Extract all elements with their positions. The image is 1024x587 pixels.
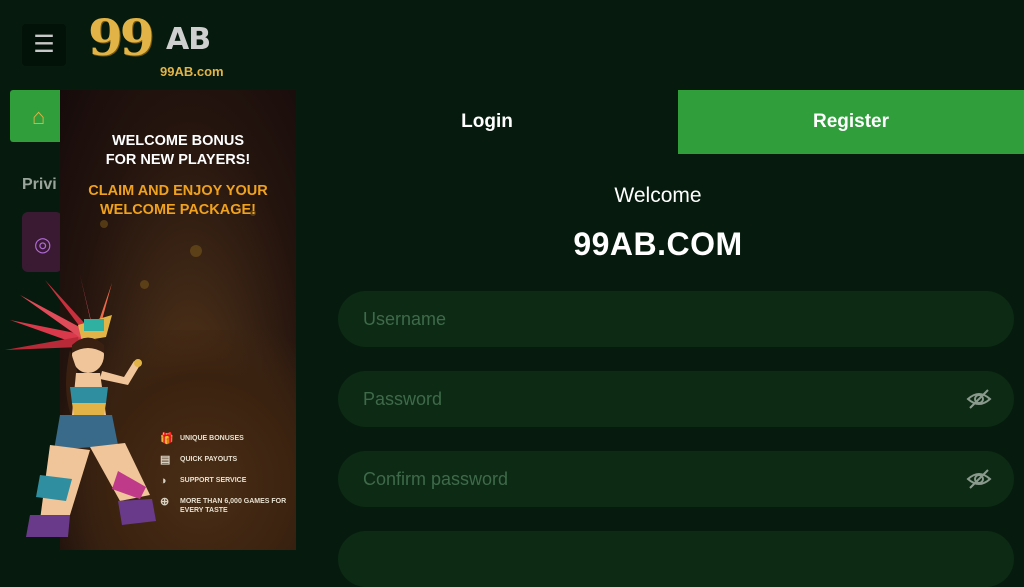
hamburger-icon: ☰ <box>33 31 55 58</box>
tab-register[interactable]: Register <box>678 90 1024 154</box>
feature-label: MORE THAN 6,000 GAMES FOR EVERY TASTE <box>180 498 287 514</box>
promo-features: 🎁 UNIQUE BONUSES ▤ QUICK PAYOUTS ◑ SUPPO… <box>160 434 296 527</box>
feature-item: ▤ QUICK PAYOUTS <box>160 455 296 466</box>
logo-mark: 99 <box>88 8 155 67</box>
eye-off-icon[interactable] <box>966 466 992 492</box>
tab-login[interactable]: Login <box>296 90 678 154</box>
username-input[interactable] <box>338 291 1014 347</box>
site-logo[interactable]: 99 AB 99AB.com <box>88 8 238 82</box>
logo-domain: 99AB.com <box>160 64 224 79</box>
username-field[interactable] <box>338 291 1014 347</box>
feature-item: 🎁 UNIQUE BONUSES <box>160 434 296 445</box>
logo-ab: AB <box>166 22 211 57</box>
site-name: 99AB.COM <box>573 226 743 262</box>
welcome-text: Welcome <box>614 184 702 207</box>
character-illustration <box>5 275 156 537</box>
password-input[interactable] <box>338 371 1014 427</box>
feature-label: SUPPORT SERVICE <box>180 477 247 484</box>
feature-label: QUICK PAYOUTS <box>180 456 238 463</box>
home-icon[interactable]: ⌂ <box>32 104 45 130</box>
sparkle <box>190 245 202 257</box>
menu-button[interactable]: ☰ <box>22 24 66 66</box>
password-field[interactable] <box>338 371 1014 427</box>
feature-item: ◑ SUPPORT SERVICE <box>160 476 296 487</box>
feature-label: UNIQUE BONUSES <box>180 435 244 442</box>
headdress <box>5 275 112 350</box>
promo-subheadline: CLAIM AND ENJOY YOUR WELCOME PACKAGE! <box>88 183 268 218</box>
confirm-password-field[interactable] <box>338 451 1014 507</box>
promo-headline: WELCOME BONUS FOR NEW PLAYERS! <box>105 133 251 168</box>
auth-panel: Login Register Welcome 99AB.COM <box>296 90 1024 587</box>
confirm-password-input[interactable] <box>338 451 1014 507</box>
section-label: Privi <box>22 176 57 193</box>
feature-item: ⊕ MORE THAN 6,000 GAMES FOR EVERY TASTE <box>160 497 296 515</box>
next-field[interactable] <box>338 531 1014 587</box>
target-icon: ◎ <box>34 234 52 256</box>
sparkle <box>100 220 108 228</box>
eye-off-icon[interactable] <box>966 386 992 412</box>
